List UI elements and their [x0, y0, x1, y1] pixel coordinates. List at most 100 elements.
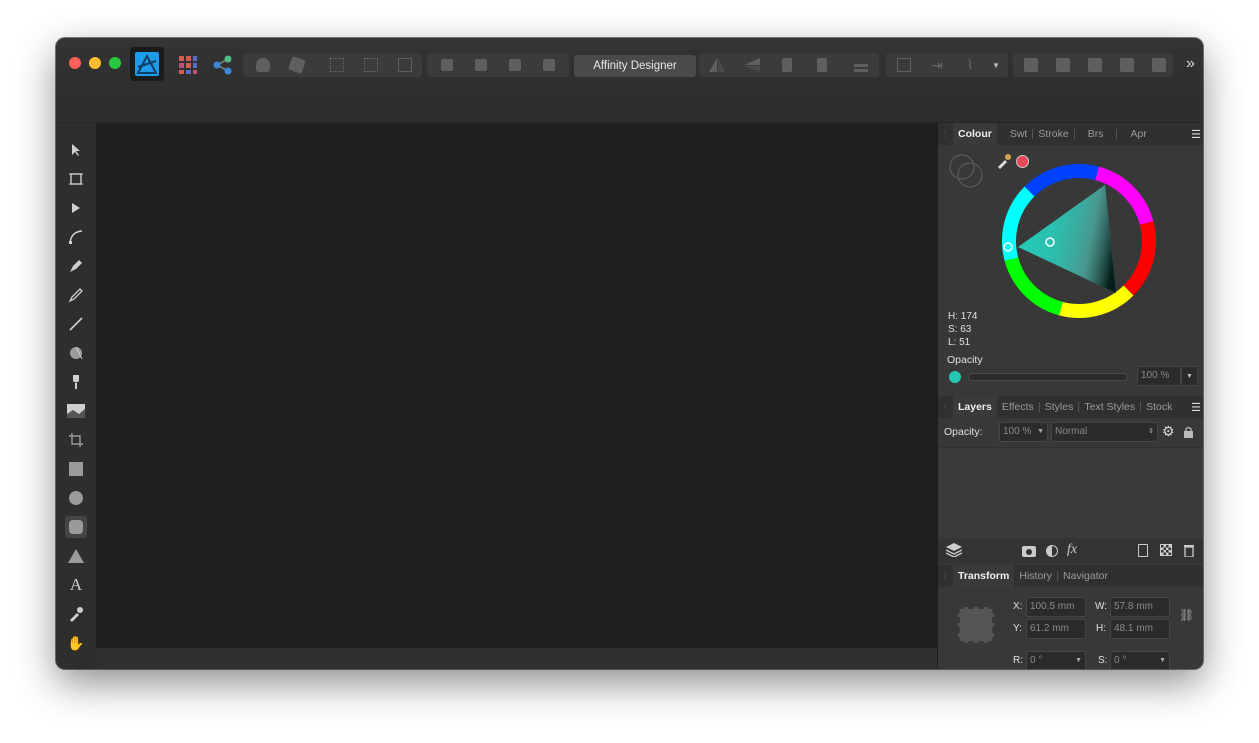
pencil-tool-icon[interactable] — [65, 284, 87, 306]
rounded-rectangle-tool-icon[interactable] — [65, 516, 87, 538]
triangle-tool-icon[interactable] — [65, 545, 87, 567]
transparency-tool-icon[interactable] — [65, 371, 87, 393]
minimize-window-button[interactable] — [89, 57, 101, 69]
crop-tool-icon[interactable] — [65, 429, 87, 451]
boolean-xor-icon[interactable] — [1112, 53, 1142, 77]
colour-picker-tool-icon[interactable] — [65, 603, 87, 625]
flip-vertical-icon[interactable] — [737, 53, 767, 77]
anchor-point-selector[interactable] — [958, 607, 994, 643]
layers-stack-icon[interactable] — [945, 543, 963, 562]
panel-grip-icon[interactable]: ⁞ — [940, 565, 950, 587]
opacity-slider[interactable] — [968, 373, 1128, 381]
panel-grip-icon[interactable]: ⁞ — [940, 396, 950, 418]
place-image-tool-icon[interactable] — [65, 400, 87, 422]
pen-mode-icon[interactable]: ⌇ — [955, 53, 985, 77]
fill-tool-icon[interactable] — [65, 342, 87, 364]
add-document-icon[interactable] — [1138, 544, 1148, 557]
tab-colour[interactable]: Colour — [953, 123, 997, 145]
layers-list[interactable] — [938, 447, 1203, 537]
adjustment-icon[interactable] — [1046, 545, 1058, 557]
context-toolbar — [56, 94, 1203, 123]
tab-text-styles[interactable]: Text Styles — [1079, 396, 1140, 418]
chevron-down-icon[interactable]: ▼ — [988, 53, 1004, 77]
order-back-icon[interactable] — [432, 53, 462, 77]
rotate-right-icon[interactable] — [807, 53, 837, 77]
boolean-add-icon[interactable] — [248, 53, 278, 77]
mask-icon[interactable] — [1022, 546, 1036, 557]
node-tool-icon[interactable] — [65, 197, 87, 219]
artboard-tool-icon[interactable] — [65, 168, 87, 190]
fill-stroke-wells[interactable] — [948, 153, 986, 191]
link-icon[interactable]: ⛓ — [1179, 608, 1194, 622]
persona-label[interactable]: Affinity Designer — [574, 55, 696, 77]
trash-icon[interactable] — [1184, 544, 1194, 562]
hue-value: H: 174 — [948, 311, 978, 322]
ellipse-tool-icon[interactable] — [65, 487, 87, 509]
pen-tool-icon[interactable] — [65, 255, 87, 277]
document-canvas[interactable] — [96, 123, 937, 648]
tab-appearance[interactable]: Apr — [1125, 123, 1151, 145]
x-field[interactable]: 100.5 mm — [1026, 597, 1086, 617]
layer-opacity-field[interactable]: 100 % ▼ — [999, 422, 1048, 442]
shear-field[interactable]: 0 ° ▼ — [1110, 651, 1170, 669]
share-icon[interactable] — [210, 53, 236, 77]
main-toolbar: Affinity Designer ⇥ ⌇ ▼ » — [56, 38, 1203, 94]
pixel-layer-icon[interactable] — [1160, 544, 1172, 556]
opacity-dropdown-button[interactable]: ▼ — [1181, 366, 1198, 386]
panel-menu-icon[interactable]: ☰ — [1191, 401, 1201, 414]
tab-navigator[interactable]: Navigator — [1058, 565, 1113, 587]
h-label: H: — [1096, 623, 1106, 634]
tab-effects[interactable]: Effects — [997, 396, 1039, 418]
move-tool-icon[interactable] — [65, 139, 87, 161]
colour-panel-tabs: ⁞ Colour Swt Stroke Brs Apr ☰ — [938, 123, 1203, 145]
snap-grid-icon[interactable] — [356, 53, 386, 77]
tab-swatches[interactable]: Swt — [1005, 123, 1033, 145]
rectangle-tool-icon[interactable] — [65, 458, 87, 480]
geometry-icon[interactable] — [889, 53, 919, 77]
tab-stock[interactable]: Stock — [1141, 396, 1177, 418]
fill-colour-dot[interactable] — [949, 371, 961, 383]
order-backward-icon[interactable] — [466, 53, 496, 77]
tab-history[interactable]: History — [1014, 565, 1057, 587]
w-field[interactable]: 57.8 mm — [1110, 597, 1170, 617]
opacity-field[interactable]: 100 % — [1137, 366, 1181, 386]
personas-icon[interactable] — [175, 53, 201, 77]
rotation-field[interactable]: 0 ° ▼ — [1026, 651, 1086, 669]
tab-brushes[interactable]: Brs — [1083, 123, 1109, 145]
h-field[interactable]: 48.1 mm — [1110, 619, 1170, 639]
fx-icon[interactable]: fx — [1067, 542, 1077, 558]
tab-stroke[interactable]: Stroke — [1033, 123, 1073, 145]
rotate-left-icon[interactable] — [772, 53, 802, 77]
lock-icon[interactable] — [1184, 425, 1193, 438]
corner-tool-icon[interactable] — [65, 226, 87, 248]
vector-brush-tool-icon[interactable] — [65, 313, 87, 335]
toolbar-overflow-icon[interactable]: » — [1186, 55, 1195, 73]
affinity-designer-logo[interactable] — [130, 47, 164, 81]
panel-grip-icon[interactable]: ⁞ — [940, 123, 950, 145]
transform-object-icon[interactable]: ⇥ — [922, 53, 952, 77]
boolean-add-shape-icon[interactable] — [1016, 53, 1046, 77]
flip-horizontal-icon[interactable] — [702, 53, 732, 77]
tab-styles[interactable]: Styles — [1040, 396, 1079, 418]
y-field[interactable]: 61.2 mm — [1026, 619, 1086, 639]
boolean-intersect-icon[interactable] — [1080, 53, 1110, 77]
align-icon[interactable] — [846, 53, 876, 77]
view-tool-icon[interactable]: ✋ — [65, 632, 87, 654]
blend-mode-select[interactable]: Normal ⇕ — [1051, 422, 1158, 442]
artistic-text-tool-icon[interactable]: A — [65, 574, 87, 596]
boolean-subtract-icon[interactable] — [282, 53, 312, 77]
order-forward-icon[interactable] — [500, 53, 530, 77]
x-label: X: — [1013, 601, 1023, 612]
boolean-divide-icon[interactable] — [1144, 53, 1174, 77]
order-front-icon[interactable] — [534, 53, 564, 77]
snap-box-icon[interactable] — [390, 53, 420, 77]
snapping-icon[interactable] — [322, 53, 352, 77]
colour-wheel[interactable] — [1001, 163, 1157, 319]
panel-menu-icon[interactable]: ☰ — [1191, 128, 1201, 141]
tab-transform[interactable]: Transform — [953, 565, 1015, 587]
close-window-button[interactable] — [69, 57, 81, 69]
zoom-window-button[interactable] — [109, 57, 121, 69]
tab-layers[interactable]: Layers — [953, 396, 997, 418]
gear-icon[interactable]: ⚙ — [1162, 423, 1175, 440]
boolean-subtract-shape-icon[interactable] — [1048, 53, 1078, 77]
